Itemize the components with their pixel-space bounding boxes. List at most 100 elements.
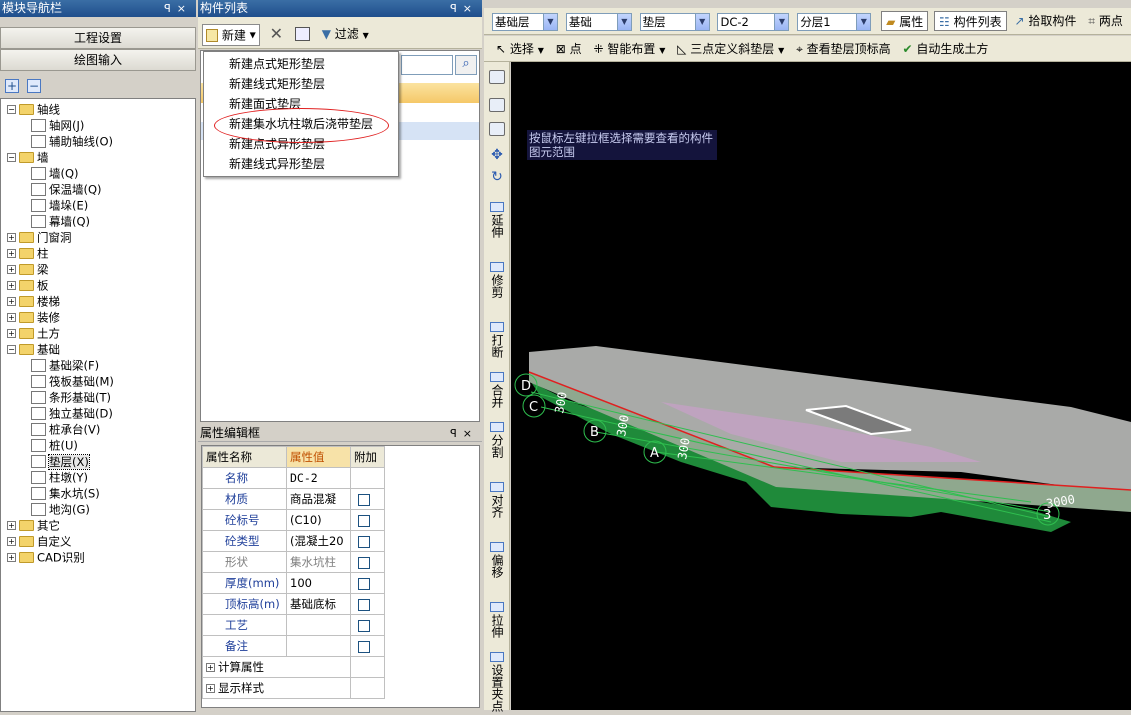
tool-6[interactable]: 偏移 <box>484 542 510 581</box>
expand-icon[interactable]: + <box>7 249 16 258</box>
tool-1[interactable]: 修剪 <box>484 262 510 301</box>
mirror-icon[interactable] <box>484 122 510 139</box>
search-input[interactable] <box>401 55 453 75</box>
drawing-canvas[interactable]: 按鼠标左键拉框选择需要查看的构件图元范围 D C B A 3 300 300 3… <box>511 62 1131 710</box>
attach-checkbox[interactable] <box>358 640 370 653</box>
tree-node[interactable]: + 梁 <box>1 261 195 277</box>
copy-icon[interactable] <box>294 27 310 41</box>
attach-checkbox[interactable] <box>358 577 370 590</box>
property-value[interactable]: (C10) <box>286 509 351 531</box>
pick-component-button[interactable]: ↗ 拾取构件 <box>1010 11 1080 31</box>
component-combo[interactable]: DC-2 ▼ <box>717 13 790 31</box>
property-value[interactable]: 商品混凝 <box>286 488 351 510</box>
rotate-icon[interactable]: ↻ <box>484 170 510 184</box>
property-row[interactable]: 材质 商品混凝 <box>202 488 385 510</box>
collapse-icon[interactable]: − <box>7 153 16 162</box>
tree-node[interactable]: + 板 <box>1 277 195 293</box>
tree-node[interactable]: + 土方 <box>1 325 195 341</box>
layer-combo[interactable]: 分层1 ▼ <box>797 13 872 31</box>
property-value[interactable]: (混凝土20 <box>286 530 351 552</box>
property-value[interactable]: DC-2 <box>286 467 351 489</box>
tree-node[interactable]: 条形基础(T) <box>1 389 195 405</box>
property-value[interactable]: 100 <box>286 572 351 594</box>
tree-node[interactable]: 基础梁(F) <box>1 357 195 373</box>
menu-item[interactable]: 新建点式矩形垫层 <box>204 54 398 74</box>
tree-node[interactable]: 独立基础(D) <box>1 405 195 421</box>
tree-node[interactable]: 垫层(X) <box>1 453 195 470</box>
move-icon[interactable]: ✥ <box>484 148 510 162</box>
expand-icon[interactable]: + <box>206 684 215 693</box>
collapse-icon[interactable]: − <box>7 345 16 354</box>
view-top-elevation-button[interactable]: ⌖ 查看垫层顶标高 <box>792 39 895 59</box>
attach-checkbox[interactable] <box>358 556 370 569</box>
three-point-slope-button[interactable]: ◺ 三点定义斜垫层 ▼ <box>673 39 788 59</box>
expand-icon[interactable]: + <box>7 281 16 290</box>
tree-node[interactable]: 柱墩(Y) <box>1 469 195 485</box>
tree-node[interactable]: − 基础 <box>1 341 195 357</box>
point-button[interactable]: ⊠ 点 <box>552 39 586 59</box>
property-row[interactable]: 备注 <box>202 635 385 657</box>
tree-node[interactable]: + 门窗洞 <box>1 229 195 245</box>
tree-node[interactable]: + 其它 <box>1 517 195 533</box>
property-value[interactable] <box>286 635 351 657</box>
tool-3[interactable]: 合并 <box>484 372 510 411</box>
property-row[interactable]: 名称 DC-2 <box>202 467 385 489</box>
tree-node[interactable]: + 装修 <box>1 309 195 325</box>
property-value[interactable]: 集水坑柱 <box>286 551 351 573</box>
category-combo[interactable]: 基础 ▼ <box>565 13 632 31</box>
attach-checkbox[interactable] <box>358 619 370 632</box>
tree-node[interactable]: 筏板基础(M) <box>1 373 195 389</box>
close-icon[interactable]: × <box>177 2 192 15</box>
property-row[interactable]: 工艺 <box>202 614 385 636</box>
expand-icon[interactable]: + <box>7 329 16 338</box>
draw-icon-2[interactable] <box>484 98 510 115</box>
attach-checkbox[interactable] <box>358 598 370 611</box>
tool-2[interactable]: 打断 <box>484 322 510 361</box>
type-combo[interactable]: 垫层 ▼ <box>639 13 710 31</box>
tree-node[interactable]: + CAD识别 <box>1 549 195 565</box>
tree-node[interactable]: 桩承台(V) <box>1 421 195 437</box>
tree-node[interactable]: 墙垛(E) <box>1 197 195 213</box>
drawing-input-button[interactable]: 绘图输入 <box>0 49 196 71</box>
tool-7[interactable]: 拉伸 <box>484 602 510 641</box>
property-row[interactable]: 厚度(mm) 100 <box>202 572 385 594</box>
tool-4[interactable]: 分割 <box>484 422 510 461</box>
two-point-button[interactable]: ⌗ 两点 <box>1084 11 1127 31</box>
tree-node[interactable]: + 柱 <box>1 245 195 261</box>
property-value[interactable] <box>286 614 351 636</box>
property-row[interactable]: 顶标高(m) 基础底标 <box>202 593 385 615</box>
tree-node[interactable]: 集水坑(S) <box>1 485 195 501</box>
collapse-all-icon[interactable]: − <box>27 79 41 93</box>
pin-icon[interactable]: ꟼ <box>450 2 463 15</box>
tree-node[interactable]: − 轴线 <box>1 101 195 117</box>
expand-icon[interactable]: + <box>206 663 215 672</box>
expand-all-icon[interactable]: + <box>5 79 19 93</box>
expand-icon[interactable]: + <box>7 521 16 530</box>
property-group-row[interactable]: + 计算属性 <box>202 656 385 678</box>
property-row[interactable]: 形状 集水坑柱 <box>202 551 385 573</box>
new-button[interactable]: 新建 ▼ <box>202 24 260 46</box>
tree-node[interactable]: 桩(U) <box>1 437 195 453</box>
properties-button[interactable]: ▰ 属性 <box>881 11 929 31</box>
pin-icon[interactable]: ꟼ <box>450 427 463 440</box>
auto-generate-earthwork-button[interactable]: ✔ 自动生成土方 <box>899 39 993 59</box>
project-settings-button[interactable]: 工程设置 <box>0 27 196 49</box>
attach-checkbox[interactable] <box>358 493 370 506</box>
tree-node[interactable]: 保温墙(Q) <box>1 181 195 197</box>
tree-node[interactable]: 轴网(J) <box>1 117 195 133</box>
draw-icon-1[interactable] <box>484 70 510 87</box>
tool-5[interactable]: 对齐 <box>484 482 510 521</box>
tool-8[interactable]: 设置夹点 <box>484 652 510 715</box>
expand-icon[interactable]: + <box>7 313 16 322</box>
collapse-icon[interactable]: − <box>7 105 16 114</box>
property-group-row[interactable]: + 显示样式 <box>202 677 385 699</box>
close-icon[interactable]: × <box>463 427 478 440</box>
tree-node[interactable]: 墙(Q) <box>1 165 195 181</box>
expand-icon[interactable]: + <box>7 537 16 546</box>
tree-node[interactable]: − 墙 <box>1 149 195 165</box>
attach-checkbox[interactable] <box>358 535 370 548</box>
delete-icon[interactable]: ✕ <box>270 24 283 44</box>
tool-0[interactable]: 延伸 <box>484 202 510 241</box>
property-value[interactable]: 基础底标 <box>286 593 351 615</box>
menu-item[interactable]: 新建线式异形垫层 <box>204 154 398 174</box>
